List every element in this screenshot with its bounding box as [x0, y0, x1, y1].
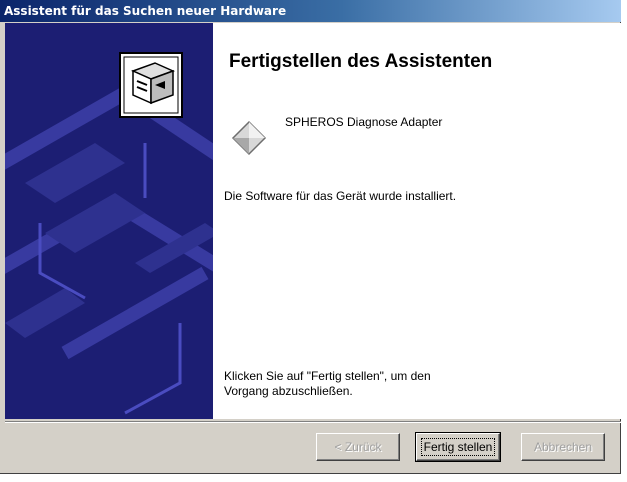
window-title: Assistent für das Suchen neuer Hardware — [4, 4, 287, 18]
finish-button-label: Fertig stellen — [420, 438, 496, 456]
finish-button[interactable]: Fertig stellen — [415, 432, 501, 462]
button-divider — [5, 421, 621, 423]
hardware-wizard-icon — [119, 52, 183, 118]
hardware-illustration — [5, 52, 213, 415]
back-button[interactable]: < Zurück — [316, 433, 400, 461]
cancel-button-label: Abbrechen — [533, 440, 593, 454]
page-title: Fertigstellen des Assistenten — [229, 51, 493, 72]
install-status: Die Software für das Gerät wurde install… — [224, 189, 457, 203]
finish-instructions: Klicken Sie auf "Fertig stellen", um den… — [224, 369, 524, 399]
finish-instructions-line-1: Klicken Sie auf "Fertig stellen", um den — [224, 369, 431, 383]
cancel-button[interactable]: Abbrechen — [521, 433, 605, 461]
wizard-content: Fertigstellen des Assistenten SPHEROS Di… — [213, 23, 621, 419]
back-button-label: < Zurück — [334, 440, 382, 454]
device-diamond-icon — [231, 120, 267, 156]
finish-instructions-line-2: Vorgang abzuschließen. — [224, 384, 353, 398]
wizard-side-panel — [5, 23, 213, 419]
title-bar[interactable]: Assistent für das Suchen neuer Hardware — [0, 0, 621, 22]
device-name: SPHEROS Diagnose Adapter — [285, 115, 443, 129]
wizard-window: Assistent für das Suchen neuer Hardware — [0, 0, 621, 474]
